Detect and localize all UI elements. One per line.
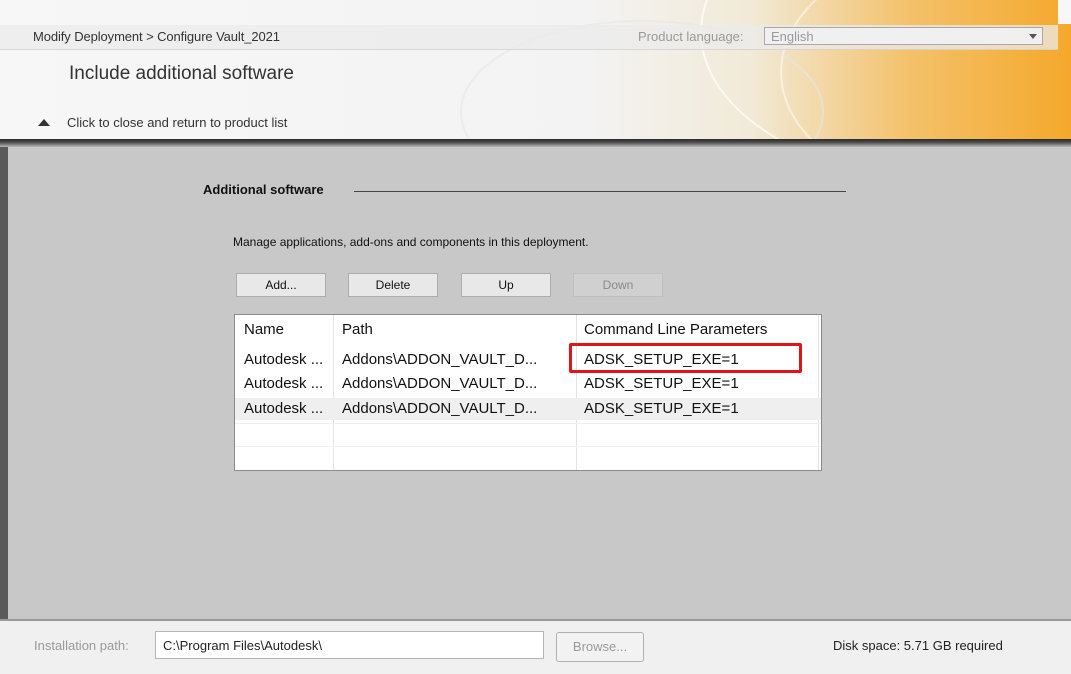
row-parameters: ADSK_SETUP_EXE=1 (584, 375, 739, 392)
row-path: Addons\ADDON_VAULT_D... (342, 351, 538, 368)
breadcrumb: Modify Deployment > Configure Vault_2021 (33, 29, 280, 44)
column-header-parameters[interactable]: Command Line Parameters (584, 319, 814, 341)
highlight-annotation (569, 343, 802, 373)
up-button[interactable]: Up (461, 273, 551, 297)
table-row[interactable]: Autodesk ... Addons\ADDON_VAULT_D... ADS… (235, 373, 821, 395)
installation-path-input[interactable] (155, 631, 544, 659)
additional-software-table: Name Path Command Line Parameters Autode… (234, 314, 822, 471)
header-divider (0, 139, 1071, 147)
table-header-row: Name Path Command Line Parameters (235, 319, 821, 341)
product-language-label: Product language: (638, 29, 744, 44)
breadcrumb-bar: Modify Deployment > Configure Vault_2021… (0, 25, 1058, 50)
chevron-down-icon (1029, 34, 1037, 39)
section-divider (354, 191, 846, 192)
left-edge-bar (0, 147, 8, 619)
table-row[interactable]: Autodesk ... Addons\ADDON_VAULT_D... ADS… (235, 398, 821, 420)
empty-row (235, 423, 821, 446)
triangle-up-icon (38, 119, 50, 126)
empty-row (235, 446, 821, 469)
column-header-name[interactable]: Name (244, 319, 330, 341)
decorative-swoosh (780, 0, 1071, 140)
row-path: Addons\ADDON_VAULT_D... (342, 400, 538, 417)
section-title: Additional software (203, 182, 324, 197)
row-parameters: ADSK_SETUP_EXE=1 (584, 400, 739, 417)
header-banner: Modify Deployment > Configure Vault_2021… (0, 0, 1071, 140)
browse-button[interactable]: Browse... (556, 632, 644, 662)
disk-space-text: Disk space: 5.71 GB required (833, 638, 1003, 653)
section-description: Manage applications, add-ons and compone… (233, 235, 589, 249)
product-language-value: English (771, 29, 814, 44)
row-name: Autodesk ... (244, 351, 324, 368)
row-path: Addons\ADDON_VAULT_D... (342, 375, 538, 392)
column-header-path[interactable]: Path (342, 319, 572, 341)
product-language-select[interactable]: English (764, 27, 1043, 45)
down-button: Down (573, 273, 663, 297)
installation-path-label: Installation path: (34, 638, 129, 653)
row-name: Autodesk ... (244, 400, 324, 417)
window-edge (1058, 0, 1071, 24)
delete-button[interactable]: Delete (348, 273, 438, 297)
add-button[interactable]: Add... (236, 273, 326, 297)
page-title: Include additional software (69, 63, 294, 84)
close-return-text: Click to close and return to product lis… (67, 115, 288, 130)
row-name: Autodesk ... (244, 375, 324, 392)
